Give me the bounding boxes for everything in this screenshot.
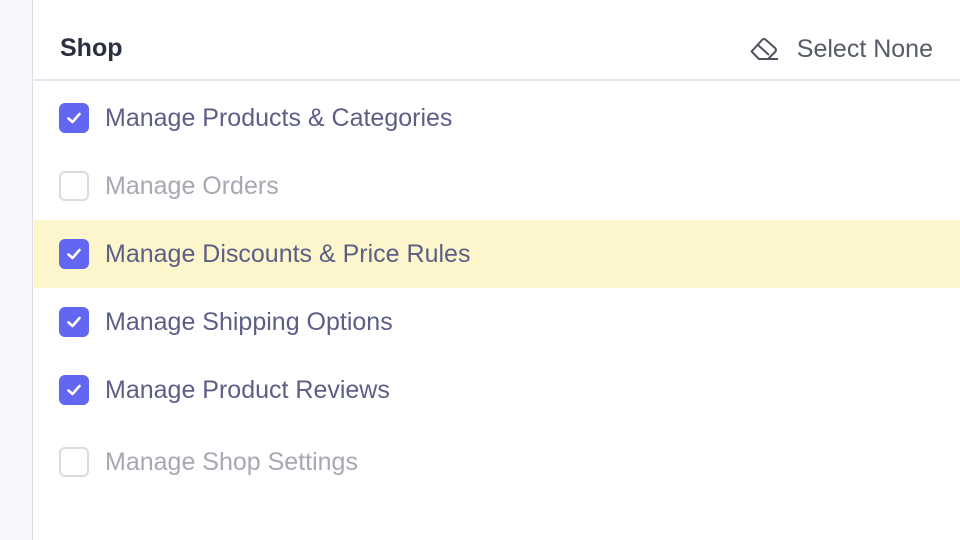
section-title: Shop <box>60 34 123 62</box>
permission-label: Manage Discounts & Price Rules <box>105 240 471 268</box>
select-none-button[interactable]: Select None <box>749 33 933 65</box>
check-icon <box>67 384 81 396</box>
permission-item[interactable]: Manage Orders <box>34 152 960 220</box>
permission-item[interactable]: Manage Product Reviews <box>34 356 960 424</box>
permission-item[interactable]: Manage Discounts & Price Rules <box>34 220 960 288</box>
permission-label: Manage Products & Categories <box>105 104 453 132</box>
permission-checkbox[interactable] <box>59 239 89 269</box>
permission-checkbox[interactable] <box>59 171 89 201</box>
check-icon <box>67 248 81 260</box>
sidebar-edge <box>0 0 33 540</box>
permissions-panel: Shop Select None Manage Products & Categ… <box>34 0 960 540</box>
permission-label: Manage Shipping Options <box>105 308 393 336</box>
permission-label: Manage Product Reviews <box>105 376 390 404</box>
permission-label: Manage Orders <box>105 172 279 200</box>
permission-checkbox[interactable] <box>59 375 89 405</box>
permission-checkbox[interactable] <box>59 447 89 477</box>
permission-item[interactable]: Manage Shipping Options <box>34 288 960 356</box>
section-header: Shop Select None <box>34 0 960 81</box>
check-icon <box>67 316 81 328</box>
permission-checkbox[interactable] <box>59 307 89 337</box>
select-none-label: Select None <box>796 34 933 63</box>
permission-item[interactable]: Manage Shop Settings <box>34 428 960 496</box>
permission-item[interactable]: Manage Products & Categories <box>34 84 960 152</box>
eraser-icon <box>749 36 779 62</box>
permission-label: Manage Shop Settings <box>105 448 358 476</box>
check-icon <box>67 112 81 124</box>
permission-checkbox[interactable] <box>59 103 89 133</box>
